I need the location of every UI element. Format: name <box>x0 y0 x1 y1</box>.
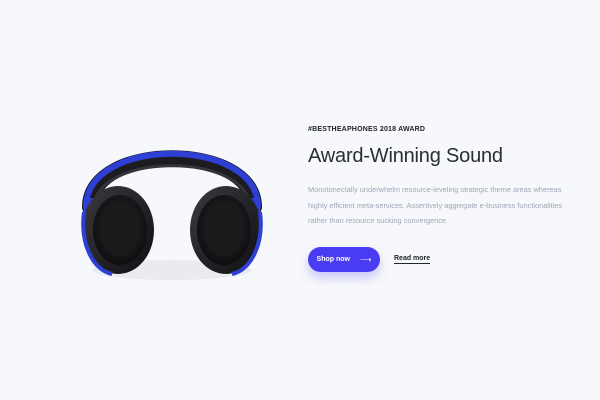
headphones-illustration <box>81 150 263 280</box>
hero-content: #BESTHEAPHONES 2018 AWARD Award-Winning … <box>308 126 570 272</box>
shop-now-label: Shop now <box>316 255 350 263</box>
hero-actions: Shop now ⟶ Read more <box>308 246 570 272</box>
hero-description: Monotonectally underwhelm resource-level… <box>308 185 563 225</box>
hero-section: #BESTHEAPHONES 2018 AWARD Award-Winning … <box>0 0 600 400</box>
headphones-image <box>72 112 272 287</box>
award-eyebrow: #BESTHEAPHONES 2018 AWARD <box>308 126 426 133</box>
shop-now-button[interactable]: Shop now ⟶ <box>308 246 380 272</box>
read-more-link[interactable]: Read more <box>394 255 431 264</box>
arrow-right-icon: ⟶ <box>359 254 372 264</box>
hero-title: Award-Winning Sound <box>308 145 503 167</box>
